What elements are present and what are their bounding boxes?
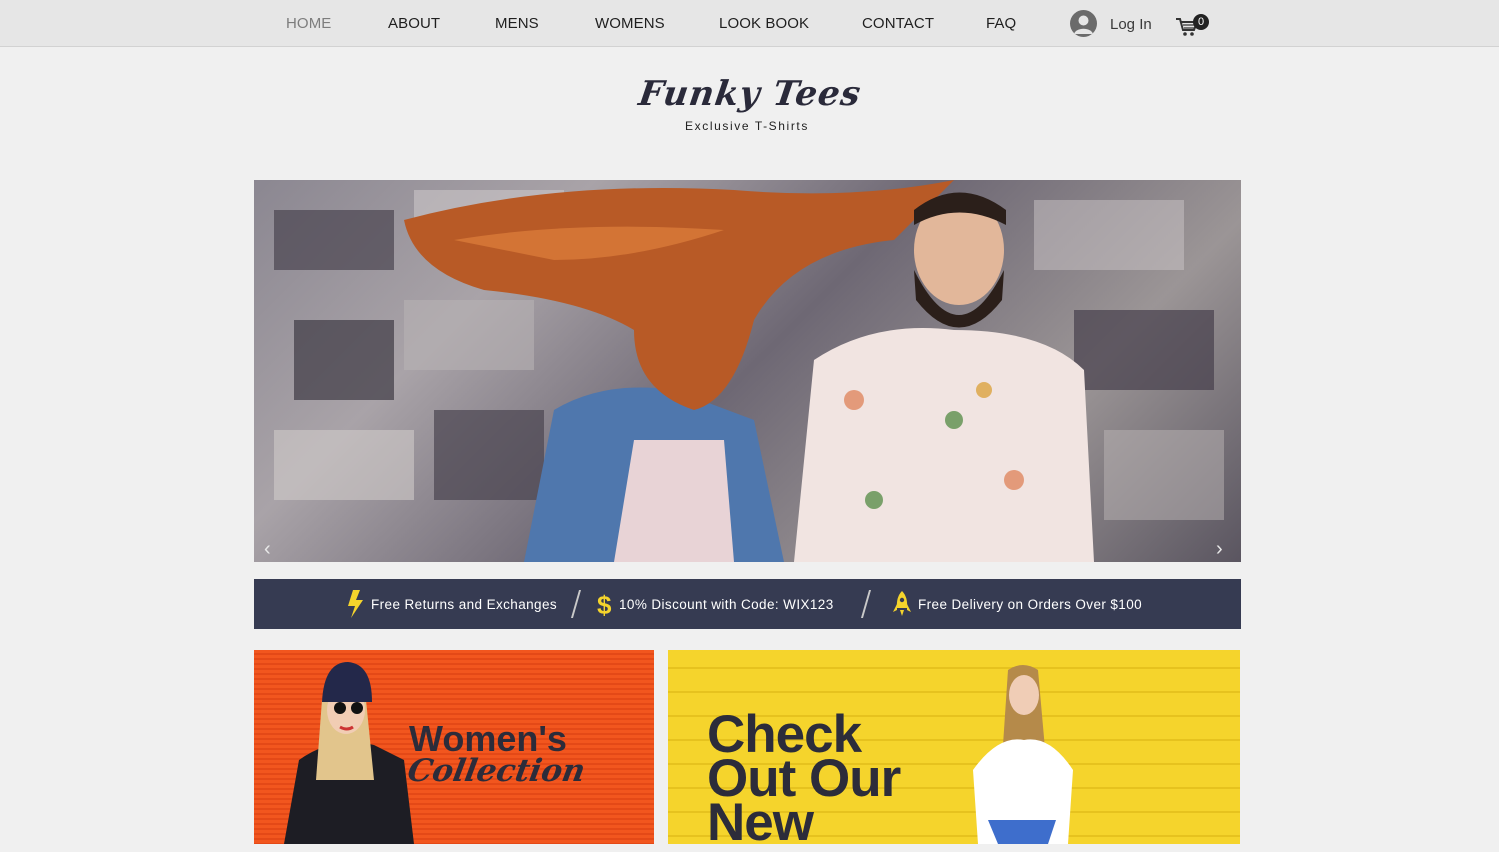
- nav-look-book[interactable]: LOOK BOOK: [719, 15, 809, 32]
- promo-discount: 10% Discount with Code: WIX123: [619, 597, 834, 612]
- brand-tagline: Exclusive T-Shirts: [685, 119, 809, 133]
- user-avatar-icon[interactable]: [1070, 10, 1097, 37]
- nav-home[interactable]: HOME: [286, 15, 331, 32]
- svg-text:$: $: [597, 590, 612, 619]
- nav-contact[interactable]: CONTACT: [862, 15, 934, 32]
- brand-logo-title[interactable]: Funky Tees: [597, 74, 903, 114]
- nav-mens[interactable]: MENS: [495, 15, 539, 32]
- nav-about[interactable]: ABOUT: [388, 15, 440, 32]
- login-link[interactable]: Log In: [1110, 16, 1152, 33]
- dollar-icon: $: [597, 590, 612, 619]
- top-navigation-bar: HOME ABOUT MENS WOMENS LOOK BOOK CONTACT…: [0, 0, 1499, 47]
- promo-divider: [570, 590, 582, 618]
- rocket-icon: [893, 591, 911, 616]
- slideshow-prev-arrow[interactable]: ‹: [264, 538, 271, 561]
- lightning-icon: [348, 590, 363, 618]
- hero-slideshow[interactable]: ‹ ›: [254, 180, 1241, 562]
- new-banner-line-3: New: [707, 793, 814, 852]
- womens-banner-subtitle: Collection: [404, 753, 588, 789]
- nav-womens[interactable]: WOMENS: [595, 15, 665, 32]
- promo-bar: Free Returns and Exchanges $ 10% Discoun…: [254, 579, 1241, 629]
- cart-count-badge[interactable]: 0: [1193, 14, 1209, 30]
- promo-divider: [860, 590, 872, 618]
- nav-faq[interactable]: FAQ: [986, 15, 1016, 32]
- promo-free-returns: Free Returns and Exchanges: [371, 597, 557, 612]
- promo-free-delivery: Free Delivery on Orders Over $100: [918, 597, 1143, 612]
- slideshow-next-arrow[interactable]: ›: [1216, 538, 1223, 561]
- hero-photo: [274, 180, 1224, 562]
